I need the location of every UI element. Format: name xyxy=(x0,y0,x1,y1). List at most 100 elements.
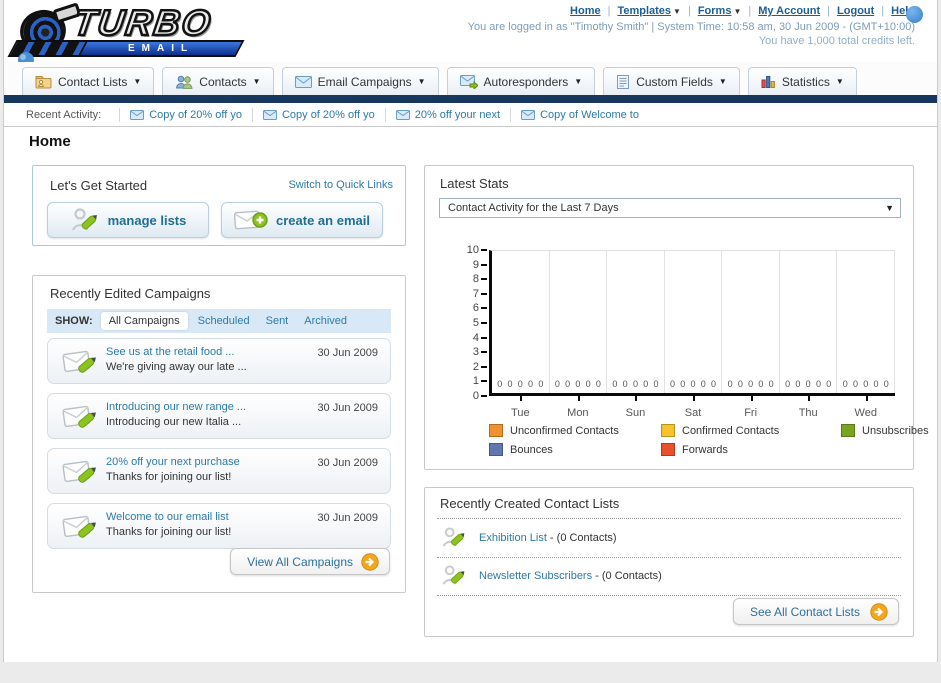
contact-list-link[interactable]: Newsletter Subscribers xyxy=(479,570,592,582)
y-axis-tick-label: 0 xyxy=(472,390,479,402)
header-nav-link[interactable]: My Account xyxy=(758,5,820,17)
campaign-row[interactable]: Introducing our new range ... Introducin… xyxy=(47,393,391,439)
bar-value-labels: 00000 xyxy=(550,379,607,389)
statistics-icon xyxy=(761,75,776,88)
chevron-down-icon: ▼ xyxy=(718,77,727,86)
manage-lists-button[interactable]: manage lists xyxy=(47,202,209,238)
y-axis-tick xyxy=(481,278,487,281)
dotted-divider xyxy=(437,518,901,519)
campaign-filter[interactable]: Archived xyxy=(304,315,347,327)
campaign-row[interactable]: 20% off your next purchase Thanks for jo… xyxy=(47,448,391,494)
bar-value: 0 xyxy=(805,379,811,389)
y-axis-tick xyxy=(481,322,487,324)
y-axis-tick-label: 3 xyxy=(472,346,479,359)
header-nav-link[interactable]: Templates xyxy=(617,5,671,17)
chart-group-sun: 0 0 0 0 0 Sun xyxy=(607,251,665,419)
bar-value: 0 xyxy=(690,379,696,389)
bar-value: 0 xyxy=(653,379,659,389)
legend-swatch xyxy=(661,443,675,456)
recent-activity-item: Copy of 20% off yo xyxy=(251,107,385,122)
tab-custom-fields[interactable]: Custom Fields ▼ xyxy=(603,67,740,95)
mail-icon xyxy=(262,109,277,120)
contact-list-count: - (0 Contacts) xyxy=(592,570,662,582)
recent-activity-link[interactable]: Copy of 20% off yo xyxy=(282,109,375,121)
campaign-filter[interactable]: Sent xyxy=(266,315,289,327)
legend-swatch xyxy=(661,424,675,437)
legend-item: Unconfirmed Contacts xyxy=(489,424,661,437)
recent-activity-link[interactable]: Copy of Welcome to xyxy=(540,109,639,121)
see-all-contact-lists-label: See All Contact Lists xyxy=(749,604,860,619)
recent-activity-link[interactable]: 20% off your next xyxy=(415,109,500,121)
campaign-filter[interactable]: Scheduled xyxy=(198,315,250,327)
x-axis-tick xyxy=(865,396,868,401)
campaign-date: 30 Jun 2009 xyxy=(317,457,378,469)
y-axis-tick xyxy=(481,395,487,397)
chevron-down-icon: ▼ xyxy=(252,77,261,86)
campaign-subtitle: Thanks for joining our list! xyxy=(106,526,232,538)
legend-label: Forwards xyxy=(682,443,728,456)
header-nav-link[interactable]: Logout xyxy=(837,5,874,17)
bar-value: 0 xyxy=(575,379,581,389)
legend-item: Bounces xyxy=(489,443,661,456)
recent-activity-item: Copy of Welcome to xyxy=(510,107,649,122)
bar-value: 0 xyxy=(643,379,649,389)
campaign-title-link[interactable]: See us at the retail food ... xyxy=(106,346,234,358)
campaign-row[interactable]: Welcome to our email list Thanks for joi… xyxy=(47,503,391,549)
contact-list-count: - (0 Contacts) xyxy=(546,532,617,544)
y-axis-tick-label: 4 xyxy=(472,331,479,344)
recent-activity-link[interactable]: Copy of 20% off yo xyxy=(149,109,242,121)
tab-contacts[interactable]: Contacts ▼ xyxy=(162,67,274,95)
person-pencil-icon xyxy=(441,563,467,588)
mail-icon xyxy=(130,109,145,120)
tab-statistics[interactable]: Statistics ▼ xyxy=(747,67,857,95)
bar-value: 0 xyxy=(737,379,743,389)
turbo-email-logo[interactable]: TURBO EMAIL xyxy=(7,1,250,60)
contact-lists-title: Recently Created Contact Lists xyxy=(440,496,620,511)
envelope-pencil-icon xyxy=(62,457,100,487)
create-an-email-button[interactable]: create an email xyxy=(221,202,383,238)
x-axis-label: Sun xyxy=(625,407,646,419)
legend-swatch xyxy=(841,424,855,437)
tab-contact-lists[interactable]: Contact Lists ▼ xyxy=(22,67,155,95)
get-started-title: Let's Get Started xyxy=(50,178,148,193)
show-label: SHOW: xyxy=(55,315,93,327)
campaign-row[interactable]: See us at the retail food ... We're givi… xyxy=(47,338,391,384)
y-axis-tick-label: 8 xyxy=(472,273,479,286)
x-axis-tick xyxy=(577,396,580,401)
person-pencil-icon xyxy=(70,206,100,234)
header-nav-link[interactable]: Home xyxy=(570,5,601,17)
chevron-down-icon: ▼ xyxy=(673,7,681,16)
tab-email-campaigns[interactable]: Email Campaigns ▼ xyxy=(281,67,439,95)
bar-value: 0 xyxy=(595,379,601,389)
campaign-title-link[interactable]: Welcome to our email list xyxy=(106,511,229,523)
view-all-campaigns-button[interactable]: View All Campaigns xyxy=(230,548,390,575)
latest-stats-panel: Latest Stats Contact Activity for the La… xyxy=(424,165,929,470)
bar-value: 0 xyxy=(815,379,821,389)
header-nav-link[interactable]: Forms xyxy=(698,5,732,17)
campaigns-title: Recently Edited Campaigns xyxy=(50,286,211,301)
bar-value: 0 xyxy=(528,379,534,389)
bar-value: 0 xyxy=(785,379,791,389)
y-axis-tick xyxy=(481,292,487,295)
campaign-title-link[interactable]: Introducing our new range ... xyxy=(106,401,246,413)
recent-activity-label: Recent Activity: xyxy=(26,108,102,121)
chevron-down-icon: ▼ xyxy=(417,77,426,86)
contact-activity-chart: 0 0 0 0 0 Tue 0 0 0 0 0 Mon 0 0 0 0 0 Sun 0 0 0 0 0 Sat 0 0 0 0 0 Fri… xyxy=(425,166,929,469)
nav-separator: | xyxy=(687,5,691,17)
campaign-title-link[interactable]: 20% off your next purchase xyxy=(106,456,240,468)
tab-autoresponders[interactable]: Autoresponders ▼ xyxy=(446,67,596,95)
campaign-subtitle: Thanks for joining our list! xyxy=(106,471,232,483)
page-title: Home xyxy=(29,133,71,150)
bar-value: 0 xyxy=(565,379,571,389)
see-all-contact-lists-button[interactable]: See All Contact Lists xyxy=(732,598,899,625)
legend-item: Confirmed Contacts xyxy=(661,424,841,437)
x-axis-tick xyxy=(635,396,638,401)
main-content: Home Let's Get Started Switch to Quick L… xyxy=(4,127,937,662)
campaign-filter[interactable]: All Campaigns xyxy=(100,312,188,330)
chart-group-fri: 0 0 0 0 0 Fri xyxy=(722,251,780,419)
switch-to-quick-links-link[interactable]: Switch to Quick Links xyxy=(288,179,393,191)
nav-separator: | xyxy=(607,5,611,17)
contact-list-link[interactable]: Exhibition List xyxy=(479,532,547,544)
chart-group-thu: 0 0 0 0 0 Thu xyxy=(780,251,838,419)
bar-value: 0 xyxy=(497,379,503,389)
